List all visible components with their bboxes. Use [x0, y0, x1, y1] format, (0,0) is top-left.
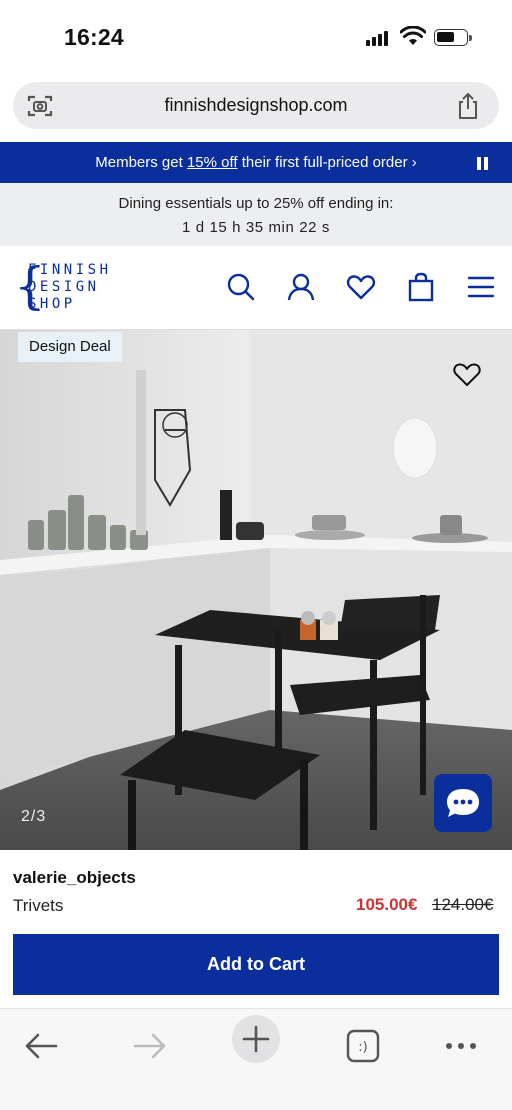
- promo-banner[interactable]: Members get 15% off their first full-pri…: [0, 142, 512, 183]
- promo-suffix: their first full-priced order ›: [237, 154, 417, 171]
- user-icon[interactable]: [286, 272, 316, 302]
- back-icon[interactable]: [18, 1023, 66, 1069]
- product-name: Trivets: [13, 896, 64, 915]
- menu-icon[interactable]: [466, 272, 496, 302]
- chat-icon: [447, 789, 479, 817]
- heart-icon[interactable]: [346, 272, 376, 302]
- original-price: 124.00€: [432, 895, 494, 914]
- site-header: { FINNISH DESIGN SHOP: [0, 246, 512, 330]
- logo-text: FINNISH DESIGN SHOP: [28, 262, 112, 313]
- battery-icon: [434, 29, 472, 46]
- promo-text[interactable]: Members get 15% off their first full-pri…: [0, 154, 512, 171]
- address-bar[interactable]: finnishdesignshop.com: [13, 82, 499, 129]
- status-time: 16:24: [64, 24, 124, 50]
- plus-icon: [242, 1025, 270, 1053]
- new-tab-button[interactable]: [232, 1015, 280, 1063]
- countdown-title: Dining essentials up to 25% off ending i…: [118, 195, 394, 212]
- tabs-icon[interactable]: :): [340, 1023, 388, 1069]
- status-bar: 16:24: [0, 0, 512, 76]
- favorite-heart-icon[interactable]: [452, 360, 482, 388]
- browser-toolbar: :): [0, 1008, 512, 1110]
- more-icon[interactable]: [437, 1023, 485, 1069]
- countdown-timer: 1 d 15 h 35 min 22 s: [182, 219, 330, 236]
- product-brand[interactable]: valerie_objects: [13, 868, 136, 888]
- design-deal-badge: Design Deal: [18, 332, 122, 362]
- promo-highlight[interactable]: 15% off: [187, 154, 238, 171]
- logo-line-3: SHOP: [28, 296, 76, 312]
- svg-text::): :): [358, 1040, 367, 1055]
- site-logo[interactable]: { FINNISH DESIGN SHOP: [14, 261, 108, 315]
- countdown-banner: Dining essentials up to 25% off ending i…: [0, 183, 512, 246]
- sale-price: 105.00€: [356, 895, 418, 914]
- logo-line-2: DESIGN: [28, 279, 100, 295]
- cellular-signal-icon: [366, 30, 392, 46]
- share-icon[interactable]: [455, 92, 481, 120]
- promo-prefix: Members get: [95, 154, 187, 171]
- search-icon[interactable]: [226, 272, 256, 302]
- bag-icon[interactable]: [406, 272, 436, 302]
- forward-icon[interactable]: [125, 1023, 173, 1069]
- logo-line-1: FINNISH: [28, 262, 112, 278]
- image-pager: 2/3: [21, 808, 47, 825]
- add-to-cart-button[interactable]: Add to Cart: [13, 934, 499, 995]
- wifi-icon: [400, 26, 426, 45]
- pause-icon[interactable]: [477, 157, 489, 170]
- product-photo: [0, 330, 512, 850]
- url-text[interactable]: finnishdesignshop.com: [13, 95, 499, 116]
- chat-button[interactable]: [434, 774, 492, 832]
- product-image[interactable]: Design Deal 2/3: [0, 330, 512, 850]
